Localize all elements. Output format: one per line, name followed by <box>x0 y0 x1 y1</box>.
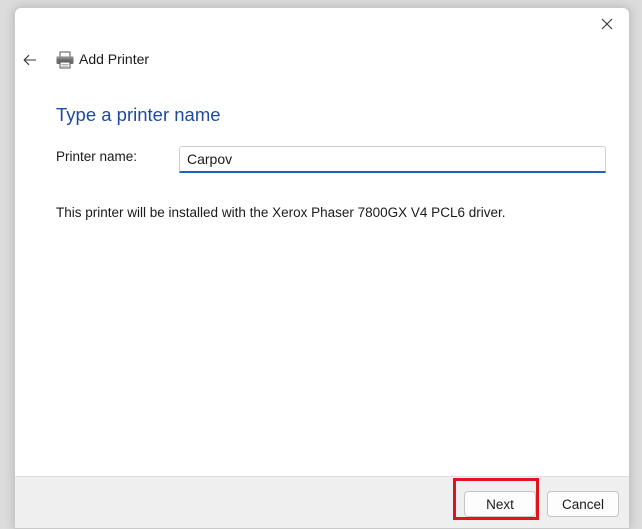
add-printer-dialog: Add Printer Type a printer name Printer … <box>14 7 630 529</box>
back-button[interactable] <box>15 48 45 72</box>
printer-name-input[interactable] <box>179 146 606 173</box>
window-title: Add Printer <box>79 51 150 67</box>
close-button[interactable] <box>585 8 629 40</box>
next-button[interactable]: Next <box>464 491 536 517</box>
back-arrow-icon <box>23 54 36 66</box>
page-heading: Type a printer name <box>56 104 221 125</box>
driver-info-text: This printer will be installed with the … <box>56 205 506 220</box>
cancel-button[interactable]: Cancel <box>547 491 619 517</box>
printer-name-label: Printer name: <box>56 149 138 164</box>
printer-icon <box>56 51 74 69</box>
dialog-footer: Next Cancel <box>15 476 629 528</box>
close-icon <box>601 18 613 30</box>
